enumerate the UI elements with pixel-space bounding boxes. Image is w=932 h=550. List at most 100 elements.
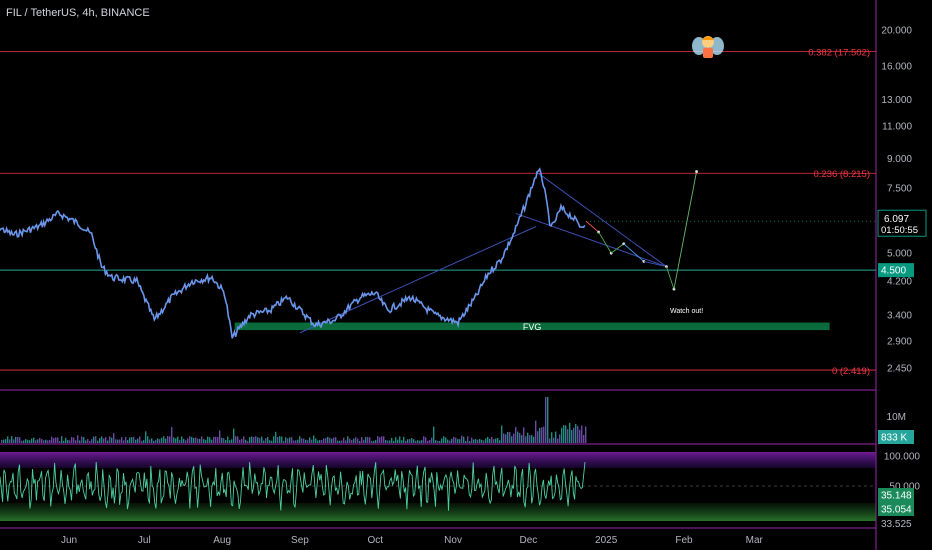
volume-bar <box>399 436 401 443</box>
projection-segment <box>585 220 599 233</box>
volume-bar <box>199 438 201 443</box>
volume-bar <box>233 428 235 443</box>
volume-bar <box>177 436 179 443</box>
volume-bar <box>131 437 133 443</box>
volume-bar <box>571 429 573 443</box>
volume-bar <box>383 436 385 443</box>
volume-bar <box>301 438 303 443</box>
volume-bar <box>467 436 469 443</box>
fib-level-label: 0.236 (8.215) <box>813 169 870 180</box>
volume-bar <box>511 436 513 443</box>
volume-bar <box>305 439 307 443</box>
volume-bar <box>369 437 371 443</box>
oscillator-value-3: 33.525 <box>881 519 912 530</box>
volume-bar <box>495 438 497 443</box>
volume-bar <box>461 435 463 443</box>
current-price-label: 6.097 <box>884 214 909 225</box>
volume-bar <box>417 440 419 443</box>
volume-bar <box>437 440 439 443</box>
volume-bar <box>363 439 365 443</box>
volume-bar <box>267 436 269 443</box>
volume-bar <box>223 438 225 443</box>
price-chart[interactable]: 0.382 (17.502) 0.236 (8.215) 0 (2.419) FVG… <box>0 0 932 550</box>
volume-bar <box>273 436 275 443</box>
volume-bar <box>427 440 429 443</box>
x-tick-label: Jun <box>61 535 77 546</box>
volume-bar <box>183 438 185 443</box>
volume-bar <box>371 440 373 443</box>
volume-bar <box>415 440 417 443</box>
volume-bar <box>39 437 41 443</box>
volume-bar <box>307 440 309 443</box>
volume-bar <box>331 438 333 443</box>
volume-bar <box>435 440 437 443</box>
y-tick-label: 7.500 <box>887 183 912 194</box>
volume-bar <box>43 440 45 443</box>
wedge-lower-line <box>515 212 667 268</box>
volume-bar <box>211 439 213 443</box>
volume-bar <box>309 437 311 443</box>
volume-bar <box>361 437 363 443</box>
volume-bar <box>531 435 533 443</box>
volume-bar <box>9 439 11 443</box>
x-tick-label: Sep <box>291 535 309 546</box>
volume-bar <box>229 440 231 443</box>
volume-bar <box>275 431 277 443</box>
volume-bar <box>251 436 253 443</box>
volume-bar <box>255 436 257 443</box>
volume-bar <box>113 433 115 443</box>
volume-bar <box>143 440 145 443</box>
x-tick-label: Dec <box>519 535 537 546</box>
volume-bar <box>453 436 455 443</box>
volume-bar <box>489 438 491 443</box>
volume-bar <box>429 440 431 443</box>
volume-bar <box>243 436 245 443</box>
volume-bar <box>121 437 123 443</box>
volume-bar <box>31 438 33 443</box>
projection-segment <box>673 171 697 290</box>
oversold-band <box>0 503 876 521</box>
volume-bar <box>447 439 449 443</box>
volume-bar <box>189 436 191 443</box>
volume-bar <box>389 440 391 443</box>
volume-bar <box>161 437 163 443</box>
volume-bar <box>55 437 57 443</box>
volume-bar <box>237 436 239 443</box>
volume-bar <box>473 439 475 443</box>
volume-bar <box>483 440 485 443</box>
volume-bar <box>463 436 465 443</box>
volume-bar <box>25 439 27 443</box>
volume-axis-label: 10M <box>887 412 906 423</box>
volume-bar <box>261 436 263 443</box>
volume-bar <box>125 437 127 443</box>
x-tick-label: Aug <box>213 535 231 546</box>
volume-bar <box>17 436 19 443</box>
volume-bar <box>163 436 165 443</box>
volume-bar <box>405 440 407 443</box>
volume-bar <box>387 440 389 443</box>
volume-bar <box>493 439 495 443</box>
volume-bar <box>535 420 537 443</box>
x-tick-label: Nov <box>444 535 462 546</box>
volume-bar <box>543 426 545 443</box>
volume-bar <box>203 439 205 443</box>
volume-bar <box>585 426 587 443</box>
volume-bar <box>459 439 461 443</box>
volume-bar <box>145 431 147 443</box>
volume-bar <box>479 438 481 443</box>
volume-bar <box>367 436 369 443</box>
volume-bar <box>443 436 445 443</box>
fib-level-label: 0.382 (17.502) <box>808 47 870 58</box>
volume-bar <box>217 437 219 443</box>
volume-bar <box>517 431 519 443</box>
annotation-text: Watch out! <box>670 308 703 315</box>
y-tick-label: 13.000 <box>881 95 912 106</box>
volume-bar <box>79 440 81 443</box>
rising-trendline <box>299 226 537 334</box>
volume-bar <box>13 439 15 443</box>
volume-bar <box>235 436 237 443</box>
volume-bar <box>155 439 157 443</box>
volume-bar <box>381 436 383 443</box>
volume-bar <box>227 436 229 443</box>
volume-bar <box>97 440 99 443</box>
